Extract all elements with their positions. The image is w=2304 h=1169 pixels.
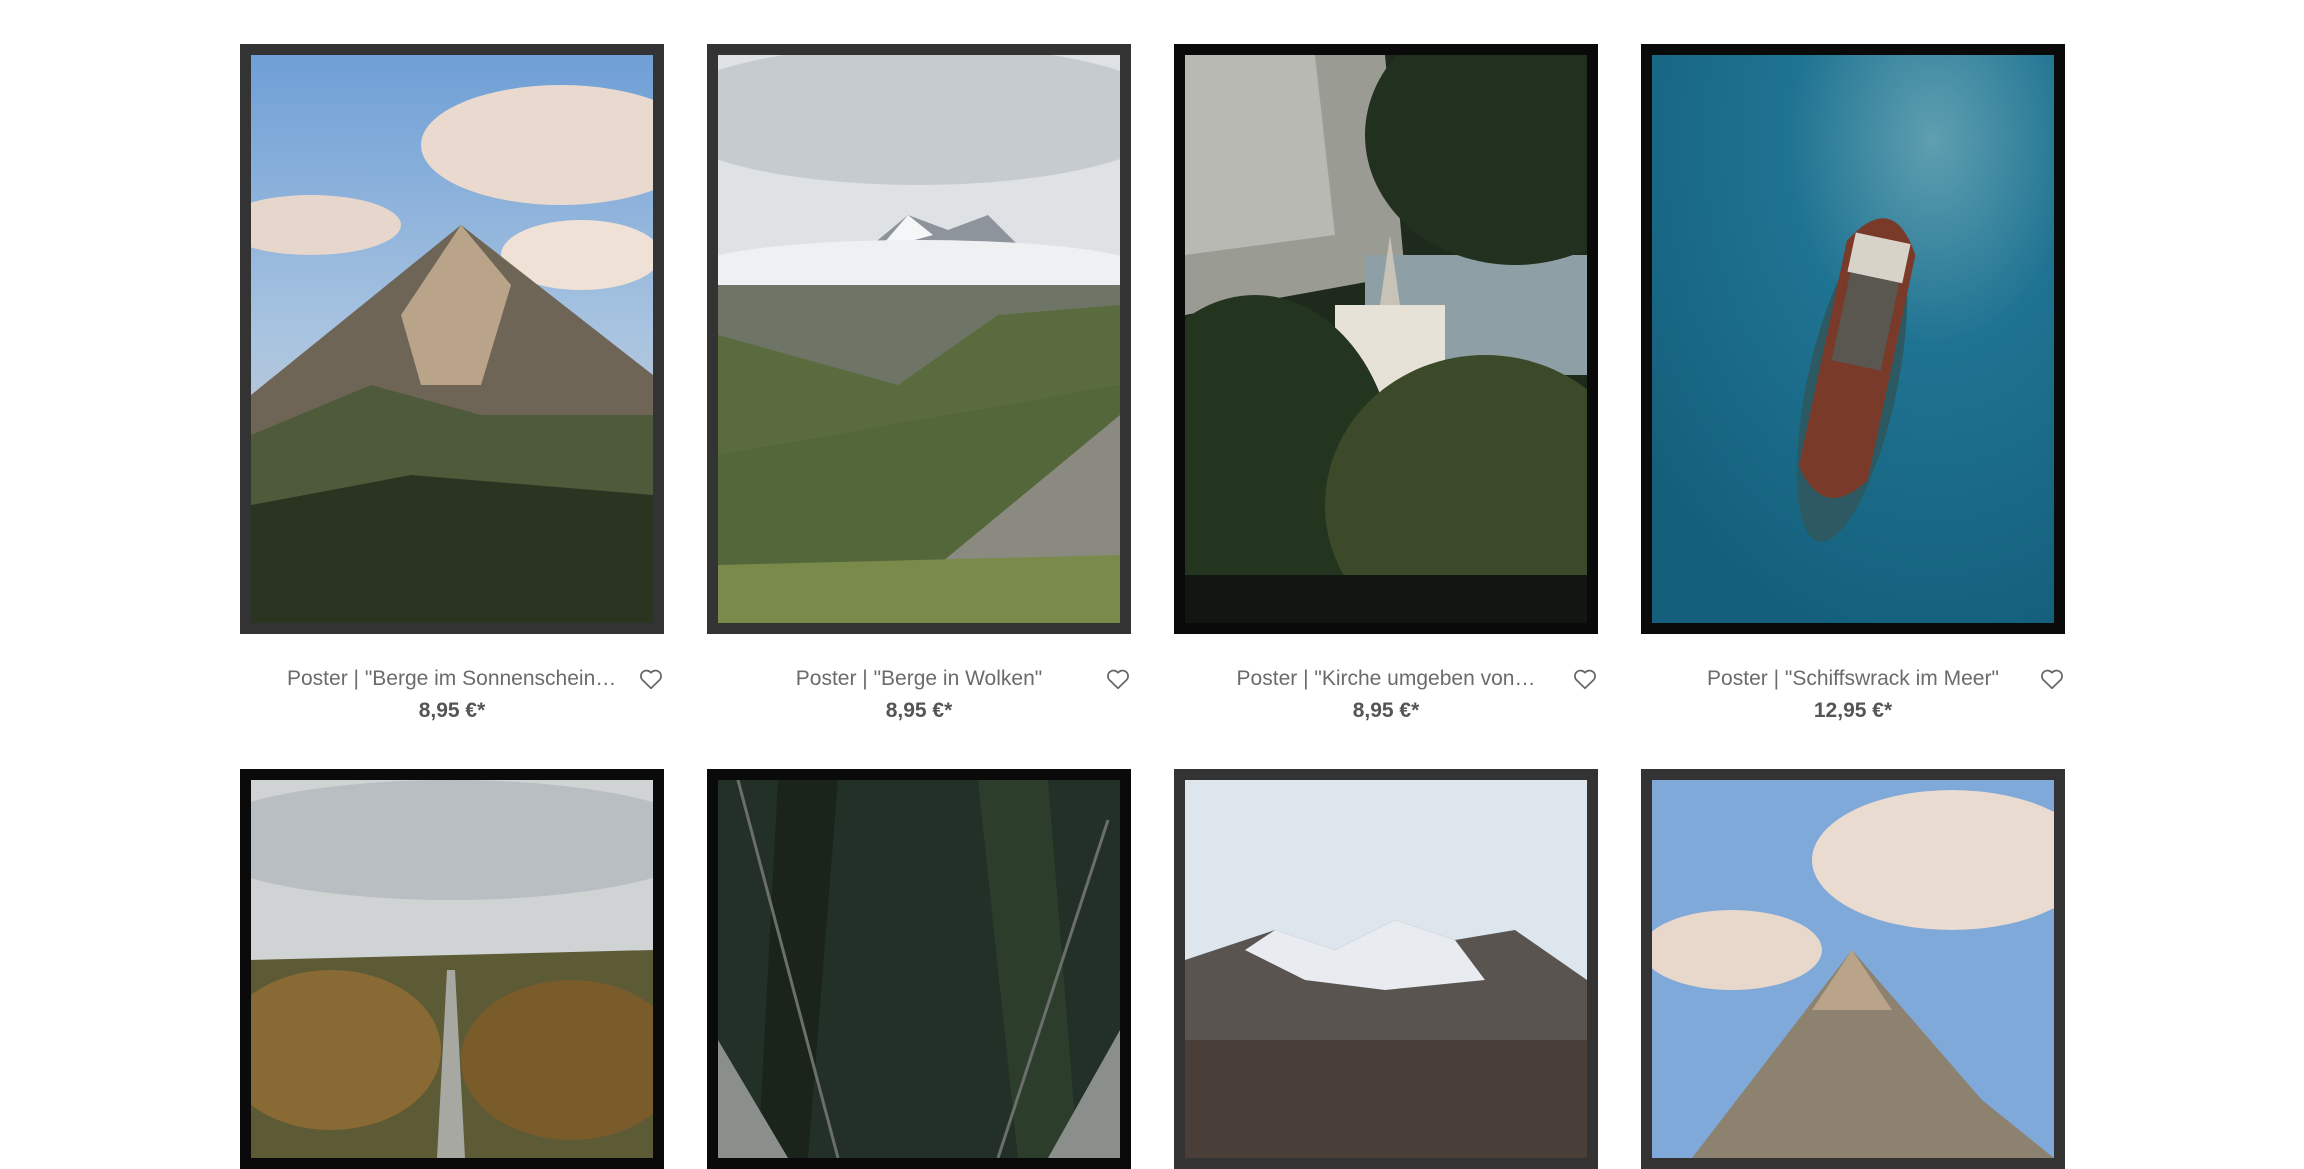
mountains-in-clouds-photo <box>718 55 1120 623</box>
heart-outline-icon[interactable] <box>638 666 664 692</box>
product-price: 8,95 €* <box>418 699 486 722</box>
autumn-forest-road-photo <box>251 780 653 1158</box>
product-card[interactable] <box>707 769 1131 1169</box>
mountain-sunshine-photo <box>251 55 653 623</box>
product-image[interactable] <box>240 769 664 1169</box>
snowy-mountain-photo <box>1185 780 1587 1158</box>
product-card[interactable]: Poster | "Kirche umgeben von… 8,95 €* <box>1174 44 1598 729</box>
product-price: 8,95 €* <box>1352 699 1420 722</box>
product-title[interactable]: Poster | "Berge im Sonnenschein mit… <box>287 667 617 691</box>
product-card[interactable]: Poster | "Berge im Sonnenschein mit… 8,9… <box>240 44 664 729</box>
product-image[interactable] <box>1641 769 2065 1169</box>
shipwreck-photo <box>1652 55 2054 623</box>
product-title[interactable]: Poster | "Schiffswrack im Meer" <box>1707 667 1999 691</box>
product-card[interactable] <box>1174 769 1598 1169</box>
heart-outline-icon[interactable] <box>1572 666 1598 692</box>
product-grid: Poster | "Berge im Sonnenschein mit… 8,9… <box>240 44 2066 1169</box>
product-image[interactable] <box>240 44 664 634</box>
mountain-sunshine-photo <box>1652 780 2054 1158</box>
product-title[interactable]: Poster | "Berge in Wolken" <box>796 667 1042 691</box>
heart-outline-icon[interactable] <box>2039 666 2065 692</box>
product-card[interactable]: Poster | "Berge in Wolken" 8,95 €* <box>707 44 1131 729</box>
product-image[interactable] <box>707 44 1131 634</box>
product-price: 8,95 €* <box>885 699 953 722</box>
product-image[interactable] <box>707 769 1131 1169</box>
product-image[interactable] <box>1641 44 2065 634</box>
product-title[interactable]: Poster | "Kirche umgeben von… <box>1237 667 1536 691</box>
product-image[interactable] <box>1174 44 1598 634</box>
heart-outline-icon[interactable] <box>1105 666 1131 692</box>
product-card[interactable]: Poster | "Schiffswrack im Meer" 12,95 €* <box>1641 44 2065 729</box>
product-card[interactable] <box>240 769 664 1169</box>
product-card[interactable] <box>1641 769 2065 1169</box>
product-price: 12,95 €* <box>1813 699 1893 722</box>
product-image[interactable] <box>1174 769 1598 1169</box>
suspension-bridge-forest-photo <box>718 780 1120 1158</box>
church-in-forest-photo <box>1185 55 1587 623</box>
